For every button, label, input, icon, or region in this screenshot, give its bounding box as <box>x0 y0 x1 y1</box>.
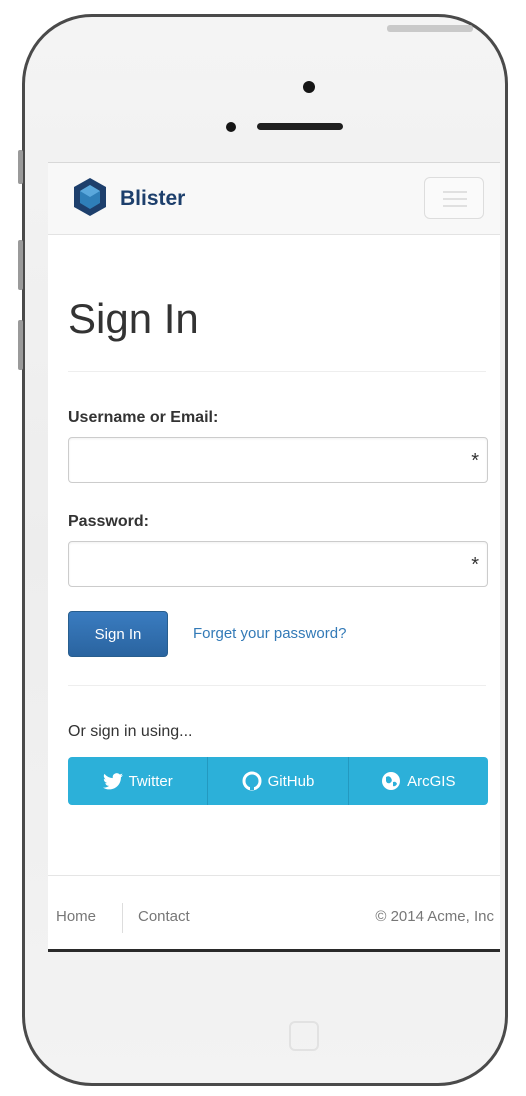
password-input[interactable]: * <box>68 541 488 587</box>
password-label: Password: <box>68 513 149 530</box>
arcgis-label: ArcGIS <box>407 772 456 790</box>
arcgis-button[interactable]: ArcGIS <box>348 757 488 805</box>
copyright-text: © 2014 Acme, Inc <box>375 908 494 925</box>
twitter-button[interactable]: Twitter <box>68 757 209 805</box>
github-label: GitHub <box>267 772 315 790</box>
brand-logo-icon[interactable] <box>72 177 108 217</box>
footer-link-home[interactable]: Home <box>56 908 96 925</box>
username-label: Username or Email: <box>68 409 219 426</box>
title-divider <box>68 371 486 372</box>
form-divider <box>68 685 486 686</box>
menu-toggle-button[interactable] <box>424 177 484 219</box>
footer-separator <box>122 903 123 933</box>
volume-up-button <box>18 240 23 290</box>
navbar: Blister <box>48 163 500 235</box>
earpiece-speaker <box>257 123 343 130</box>
volume-down-button <box>18 320 23 370</box>
home-button <box>289 1021 319 1051</box>
page-title: Sign In <box>68 295 199 342</box>
username-input[interactable]: * <box>68 437 488 483</box>
github-button[interactable]: GitHub <box>208 757 349 805</box>
footer-divider <box>48 875 500 876</box>
social-button-group: Twitter GitHub ArcGIS <box>68 757 488 805</box>
twitter-icon <box>102 772 123 789</box>
forgot-password-link[interactable]: Forget your password? <box>193 625 346 642</box>
power-button <box>387 25 473 32</box>
required-marker: * <box>471 554 479 576</box>
front-camera <box>303 81 315 93</box>
required-marker: * <box>471 450 479 472</box>
sign-in-button[interactable]: Sign In <box>68 611 168 657</box>
twitter-label: Twitter <box>128 772 173 790</box>
github-icon <box>242 771 262 791</box>
phone-screen: Blister Sign In Username or Email: * Pas… <box>48 162 500 952</box>
mute-switch <box>18 150 23 184</box>
proximity-sensor <box>226 122 236 132</box>
social-intro: Or sign in using... <box>68 723 193 740</box>
footer-link-contact[interactable]: Contact <box>138 908 190 925</box>
brand-name[interactable]: Blister <box>120 187 185 211</box>
globe-icon <box>382 772 401 790</box>
